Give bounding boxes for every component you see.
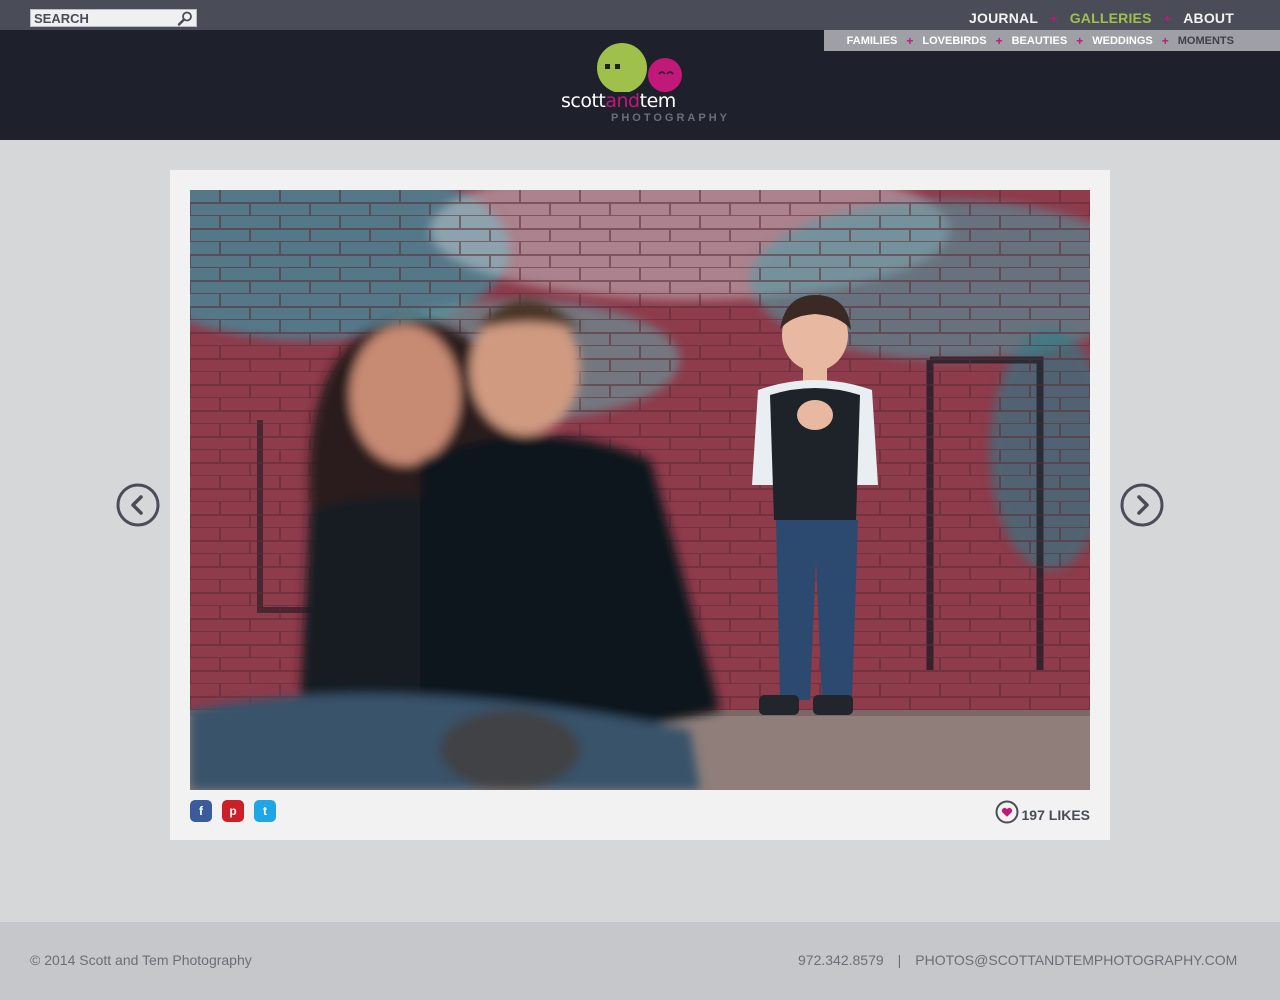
twitter-icon[interactable]: t [254, 800, 276, 822]
logo-wordmark: scottandtem [561, 90, 676, 112]
likes-button[interactable]: 197 LIKES [995, 800, 1090, 824]
footer-separator: | [897, 952, 902, 968]
photo-couple-kissing-boy-graffiti-icon [190, 190, 1090, 790]
top-bar: JOURNAL + GALLERIES + ABOUT [0, 0, 1280, 30]
subnav-beauties[interactable]: BEAUTIES [1012, 35, 1068, 47]
share-icons: f p t [190, 800, 276, 822]
nav-journal[interactable]: JOURNAL [969, 10, 1038, 26]
site-logo[interactable]: scottandtem PHOTOGRAPHY [558, 42, 727, 127]
nav-separator: + [1050, 10, 1058, 26]
footer: © 2014 Scott and Tem Photography 972.342… [0, 922, 1280, 1000]
subnav-moments[interactable]: MOMENTS [1178, 35, 1234, 47]
search-input[interactable] [31, 10, 171, 26]
gallery-frame: f p t 197 LIKES [170, 170, 1110, 840]
chevron-right-circle-icon[interactable] [1120, 483, 1164, 527]
nav-separator: + [1163, 10, 1172, 26]
likes-count: 197 LIKES [1021, 807, 1090, 823]
facebook-icon[interactable]: f [190, 800, 212, 822]
header: FAMILIES + LOVEBIRDS + BEAUTIES + WEDDIN… [0, 30, 1280, 140]
logo-subtitle: PHOTOGRAPHY [611, 112, 730, 124]
logo-circles-icon [597, 43, 682, 92]
gallery-photo[interactable] [190, 190, 1090, 790]
subnav-separator: + [1076, 33, 1084, 48]
phone-number: 972.342.8579 [798, 952, 884, 968]
subnav-lovebirds[interactable]: LOVEBIRDS [922, 35, 986, 47]
chevron-left-circle-icon[interactable] [116, 483, 160, 527]
subnav-families[interactable]: FAMILIES [847, 35, 898, 47]
search-box [30, 9, 197, 27]
subnav-separator: + [995, 33, 1003, 48]
pinterest-icon[interactable]: p [222, 800, 244, 822]
main-nav: JOURNAL + GALLERIES + ABOUT [969, 9, 1234, 27]
contact-info: 972.342.8579 | PHOTOS@SCOTTANDTEMPHOTOGR… [798, 952, 1237, 968]
email-link[interactable]: PHOTOS@SCOTTANDTEMPHOTOGRAPHY.COM [915, 952, 1237, 968]
subnav-separator: + [1161, 33, 1169, 48]
nav-about[interactable]: ABOUT [1183, 10, 1234, 26]
gallery-subnav: FAMILIES + LOVEBIRDS + BEAUTIES + WEDDIN… [824, 30, 1280, 51]
copyright-text: © 2014 Scott and Tem Photography [30, 952, 252, 968]
heart-circle-icon [995, 800, 1019, 824]
subnav-separator: + [906, 33, 914, 48]
nav-galleries[interactable]: GALLERIES [1070, 10, 1152, 26]
subnav-weddings[interactable]: WEDDINGS [1092, 35, 1153, 47]
search-icon[interactable] [177, 11, 193, 26]
